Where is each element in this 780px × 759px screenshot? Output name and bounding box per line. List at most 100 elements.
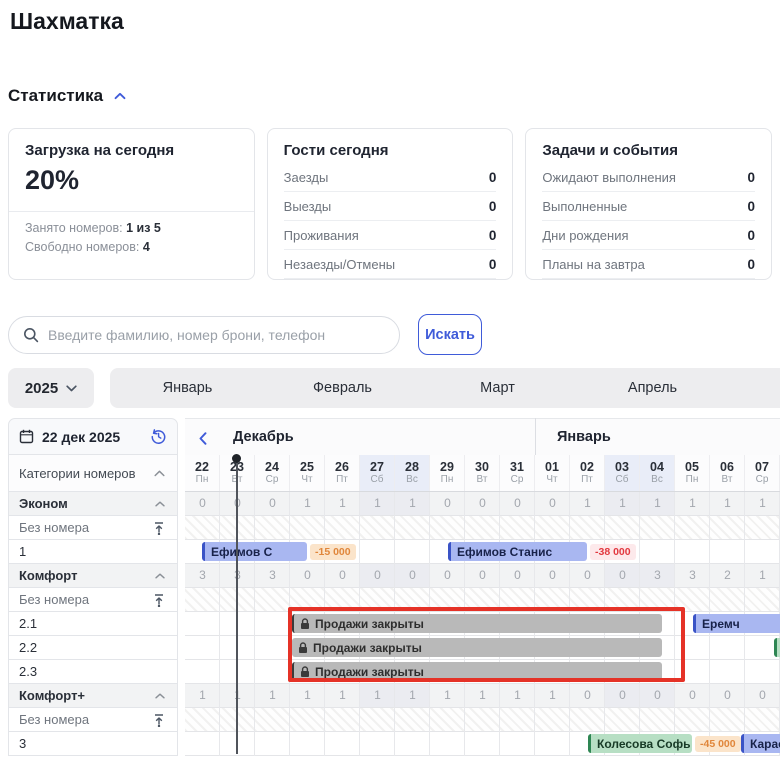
unassigned-timeline-row: [185, 588, 780, 612]
statistics-toggle[interactable]: Статистика: [8, 86, 126, 106]
availability-cell: 1: [710, 492, 745, 515]
availability-cell: 0: [570, 684, 605, 707]
day-cell[interactable]: 31Ср: [500, 455, 535, 491]
prev-period-button[interactable]: [193, 428, 213, 448]
departures-row: Выезды0: [284, 192, 497, 221]
availability-cell: 1: [745, 564, 780, 587]
day-cell[interactable]: 22Пн: [185, 455, 220, 491]
chevron-down-icon: [66, 385, 77, 392]
closed-sales-bar[interactable]: Продажи закрыты: [292, 614, 662, 633]
chevron-up-icon: [155, 693, 165, 699]
stays-row: Проживания0: [284, 221, 497, 250]
lock-icon: [298, 642, 308, 654]
availability-cell: 0: [570, 564, 605, 587]
free-rooms-line: Свободно номеров: 4: [25, 240, 238, 254]
month-tab-april[interactable]: Апрель: [575, 368, 730, 408]
day-cell[interactable]: 27Сб: [360, 455, 395, 491]
booking-bar-kolesova[interactable]: Колесова Софь: [588, 734, 692, 753]
day-cell[interactable]: 02Пт: [570, 455, 605, 491]
day-cell[interactable]: 07Ср: [745, 455, 780, 491]
timeline-row-room-2-1[interactable]: Продажи закрыты Еремч: [185, 612, 780, 636]
statistics-cards: Загрузка на сегодня 20% Занято номеров: …: [8, 128, 772, 280]
guests-card: Гости сегодня Заезды0 Выезды0 Проживания…: [267, 128, 514, 280]
availability-cell: 0: [395, 564, 430, 587]
timeline-row-room-3[interactable]: Колесова Софь -45 000 Карас: [185, 732, 780, 756]
room-row-3[interactable]: 3: [8, 732, 178, 756]
year-value: 2025: [25, 380, 58, 397]
timeline-row-room-2-2[interactable]: Продажи закрыты: [185, 636, 780, 660]
month-tab-march[interactable]: Март: [420, 368, 575, 408]
occupancy-card-title: Загрузка на сегодня: [25, 142, 238, 159]
closed-sales-bar[interactable]: Продажи закрыты: [292, 638, 662, 657]
grid-date-picker[interactable]: 22 дек 2025: [8, 418, 178, 455]
availability-cell: 0: [220, 492, 255, 515]
occupancy-value: 20%: [25, 165, 238, 196]
lock-icon: [300, 666, 310, 678]
day-cell[interactable]: 06Вт: [710, 455, 745, 491]
chevron-up-icon: [155, 573, 165, 579]
noshows-row: Незаезды/Отмены0: [284, 250, 497, 279]
availability-row-econom: 00011110000111111: [185, 492, 780, 516]
search-button[interactable]: Искать: [418, 314, 482, 355]
year-selector[interactable]: 2025: [8, 368, 94, 408]
availability-cell: 3: [185, 564, 220, 587]
timeline-row-room-2-3[interactable]: Продажи закрыты: [185, 660, 780, 684]
room-row-2-2[interactable]: 2.2: [8, 636, 178, 660]
room-row-2-3[interactable]: 2.3: [8, 660, 178, 684]
booking-bar-karas[interactable]: Карас: [741, 734, 780, 753]
availability-cell: 1: [640, 492, 675, 515]
closed-sales-bar[interactable]: Продажи закрыты: [292, 662, 662, 681]
day-cell[interactable]: 04Вс: [640, 455, 675, 491]
grid-date-label: 22 дек 2025: [42, 429, 120, 445]
chevron-up-icon: [154, 470, 165, 477]
timeline-row-room-1[interactable]: Ефимов С -15 000 Ефимов Станис -38 000: [185, 540, 780, 564]
days-row: 22Пн23Вт24Ср25Чт26Пт27Сб28Вс29Пн30Вт31Ср…: [185, 455, 780, 492]
booking-bar-cut[interactable]: [774, 638, 780, 657]
availability-cell: 1: [465, 684, 500, 707]
day-cell[interactable]: 23Вт: [220, 455, 255, 491]
availability-cell: 1: [500, 684, 535, 707]
day-cell[interactable]: 24Ср: [255, 455, 290, 491]
day-cell[interactable]: 25Чт: [290, 455, 325, 491]
availability-cell: 0: [360, 564, 395, 587]
unassigned-row-comfort-plus[interactable]: Без номера: [8, 708, 178, 732]
search-icon: [23, 327, 39, 343]
availability-cell: 0: [430, 564, 465, 587]
arrivals-row: Заезды0: [284, 163, 497, 192]
booking-bar-efimov-short[interactable]: Ефимов С: [202, 542, 307, 561]
day-cell[interactable]: 01Чт: [535, 455, 570, 491]
collapse-to-bar-icon: [153, 713, 165, 727]
availability-cell: 0: [535, 564, 570, 587]
availability-cell: 1: [430, 684, 465, 707]
chevron-up-icon: [155, 501, 165, 507]
room-row-1[interactable]: 1: [8, 540, 178, 564]
day-cell[interactable]: 03Сб: [605, 455, 640, 491]
month-tab-february[interactable]: Февраль: [265, 368, 420, 408]
birthdays-row: Дни рождения0: [542, 221, 755, 250]
day-cell[interactable]: 26Пт: [325, 455, 360, 491]
day-cell[interactable]: 30Вт: [465, 455, 500, 491]
unassigned-row-econom[interactable]: Без номера: [8, 516, 178, 540]
tomorrow-plans-row: Планы на завтра0: [542, 250, 755, 279]
history-reset-icon[interactable]: [150, 428, 167, 445]
availability-cell: 0: [465, 564, 500, 587]
availability-cell: 1: [395, 492, 430, 515]
availability-cell: 1: [325, 492, 360, 515]
availability-row-comfort-plus: 11111111111000000: [185, 684, 780, 708]
unassigned-row-comfort[interactable]: Без номера: [8, 588, 178, 612]
room-categories-toggle[interactable]: Категории номеров: [8, 455, 178, 492]
chevron-up-icon[interactable]: [114, 92, 126, 100]
day-cell[interactable]: 05Пн: [675, 455, 710, 491]
room-row-2-1[interactable]: 2.1: [8, 612, 178, 636]
category-row-comfort-plus[interactable]: Комфорт+: [8, 684, 178, 708]
category-row-comfort[interactable]: Комфорт: [8, 564, 178, 588]
booking-bar-efimov-long[interactable]: Ефимов Станис: [448, 542, 587, 561]
category-row-econom[interactable]: Эконом: [8, 492, 178, 516]
availability-cell: 1: [360, 492, 395, 515]
day-cell[interactable]: 29Пн: [430, 455, 465, 491]
booking-bar-eremch[interactable]: Еремч: [693, 614, 780, 633]
search-input[interactable]: [48, 327, 385, 343]
availability-cell: 0: [185, 492, 220, 515]
day-cell[interactable]: 28Вс: [395, 455, 430, 491]
month-tab-january[interactable]: Январь: [110, 368, 265, 408]
